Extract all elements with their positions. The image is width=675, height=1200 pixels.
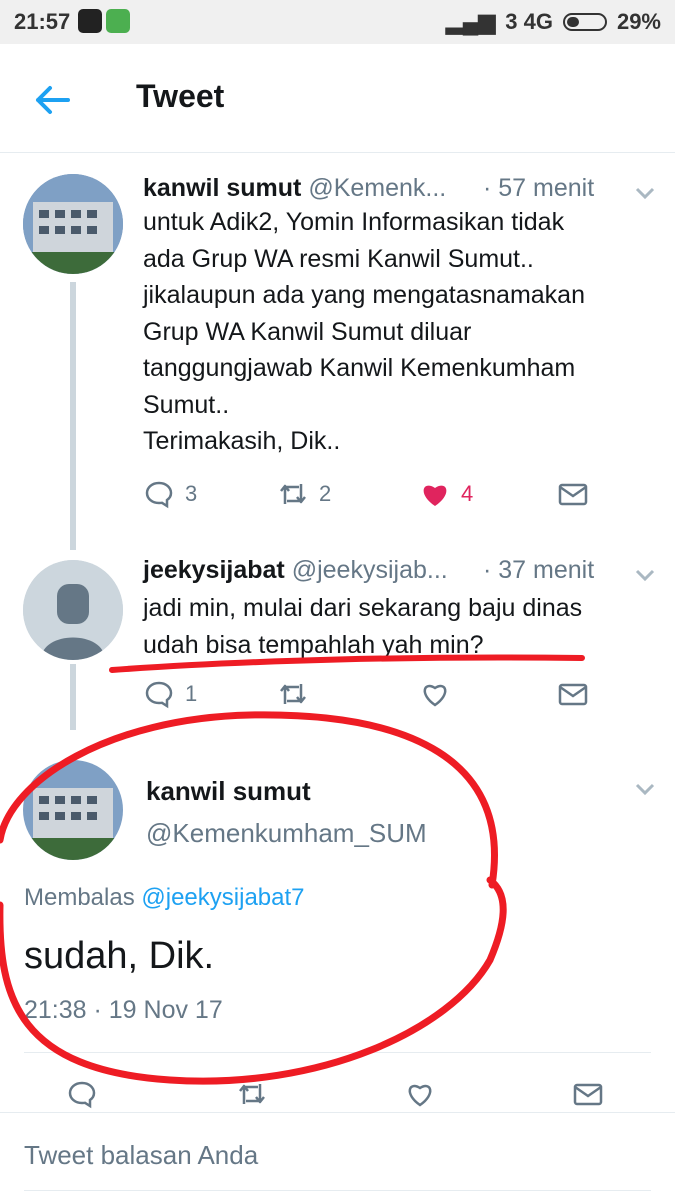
- focused-tweet-text: sudah, Dik.: [24, 935, 215, 977]
- tweet-timestamp: 21:38 · 19 Nov 17: [24, 996, 223, 1024]
- reply-icon: [145, 481, 173, 509]
- reply-input[interactable]: Tweet balasan Anda: [24, 1140, 258, 1171]
- reply-button[interactable]: [66, 1078, 98, 1110]
- envelope-icon: [558, 683, 588, 706]
- android-icon: [106, 9, 130, 33]
- tweet-header: jeekysijabat @jeekysijab... · 37 menit: [143, 556, 594, 585]
- heart-filled-icon: [423, 485, 447, 506]
- heart-icon: [423, 684, 447, 707]
- heart-icon: [408, 1084, 432, 1107]
- thread-line: [70, 664, 76, 730]
- reply-icon: [68, 1081, 96, 1109]
- envelope-icon: [573, 1083, 603, 1106]
- envelope-icon: [558, 483, 588, 506]
- status-time: 21:57: [14, 9, 71, 34]
- status-bar: 21:57 ▂▄▆ 3 4G 29%: [0, 0, 675, 44]
- like-button[interactable]: [404, 1078, 436, 1110]
- author-handle[interactable]: @jeekysijab...: [292, 556, 448, 584]
- retweet-icon: [280, 684, 306, 704]
- battery-icon: [562, 13, 607, 31]
- bbm-icon: [78, 9, 102, 33]
- page-title: Tweet: [136, 78, 225, 114]
- retweet-icon: [239, 1084, 265, 1104]
- author-handle[interactable]: @Kemenk...: [308, 174, 446, 202]
- reply-button[interactable]: 3: [143, 478, 197, 510]
- replying-to: Membalas @jeekysijabat7: [24, 884, 305, 912]
- chevron-down-icon[interactable]: [632, 180, 658, 206]
- tweet-time: · 37 menit: [483, 556, 595, 584]
- tweet-item[interactable]: kanwil sumut @Kemenk... · 57 menit untuk…: [0, 152, 675, 550]
- tweet-time: · 57 menit: [483, 174, 595, 202]
- avatar[interactable]: [23, 174, 123, 274]
- app-bar: Tweet: [0, 44, 675, 153]
- author-name[interactable]: kanwil sumut: [143, 174, 301, 202]
- back-arrow-icon[interactable]: [32, 80, 72, 120]
- retweet-icon: [280, 484, 306, 504]
- divider: [0, 1112, 675, 1113]
- like-button[interactable]: 4: [419, 478, 473, 510]
- dm-button[interactable]: [572, 1078, 604, 1110]
- retweet-button[interactable]: [277, 678, 309, 710]
- battery-percent: 29%: [616, 9, 661, 34]
- reply-count: 1: [185, 681, 198, 706]
- tweet-actions: 1: [143, 678, 603, 718]
- tweet-text: untuk Adik2, Yomin Informasikan tidak ad…: [143, 208, 585, 455]
- reply-button[interactable]: 1: [143, 678, 197, 710]
- tweet-text: jadi min, mulai dari sekarang baju dinas…: [143, 594, 583, 659]
- chevron-down-icon[interactable]: [632, 776, 658, 802]
- tweet-item[interactable]: jeekysijabat @jeekysijab... · 37 menit j…: [0, 550, 675, 730]
- retweet-button[interactable]: 2: [277, 478, 331, 510]
- default-avatar-icon[interactable]: [23, 560, 123, 660]
- divider: [24, 1190, 651, 1191]
- author-name[interactable]: kanwil sumut: [146, 776, 311, 807]
- thread-line: [70, 282, 76, 550]
- tweet-actions: 3 2 4: [143, 478, 603, 518]
- dm-button[interactable]: [557, 678, 589, 710]
- signal-icon: ▂▄▆: [445, 9, 496, 34]
- chevron-down-icon[interactable]: [632, 562, 658, 588]
- avatar[interactable]: [23, 760, 123, 860]
- retweet-button[interactable]: [236, 1078, 268, 1110]
- like-button[interactable]: [419, 678, 451, 710]
- reply-icon: [145, 681, 173, 709]
- retweet-count: 2: [319, 481, 332, 506]
- author-handle[interactable]: @Kemenkumham_SUM: [146, 818, 427, 849]
- network-type: 3 4G: [505, 9, 553, 34]
- divider: [24, 1052, 651, 1053]
- dm-button[interactable]: [557, 478, 589, 510]
- author-name[interactable]: jeekysijabat: [143, 556, 285, 584]
- replying-prefix: Membalas: [24, 884, 135, 911]
- reply-count: 3: [185, 481, 198, 506]
- mention-link[interactable]: @jeekysijabat7: [141, 884, 304, 911]
- like-count: 4: [461, 481, 474, 506]
- tweet-header: kanwil sumut @Kemenk... · 57 menit: [143, 174, 594, 203]
